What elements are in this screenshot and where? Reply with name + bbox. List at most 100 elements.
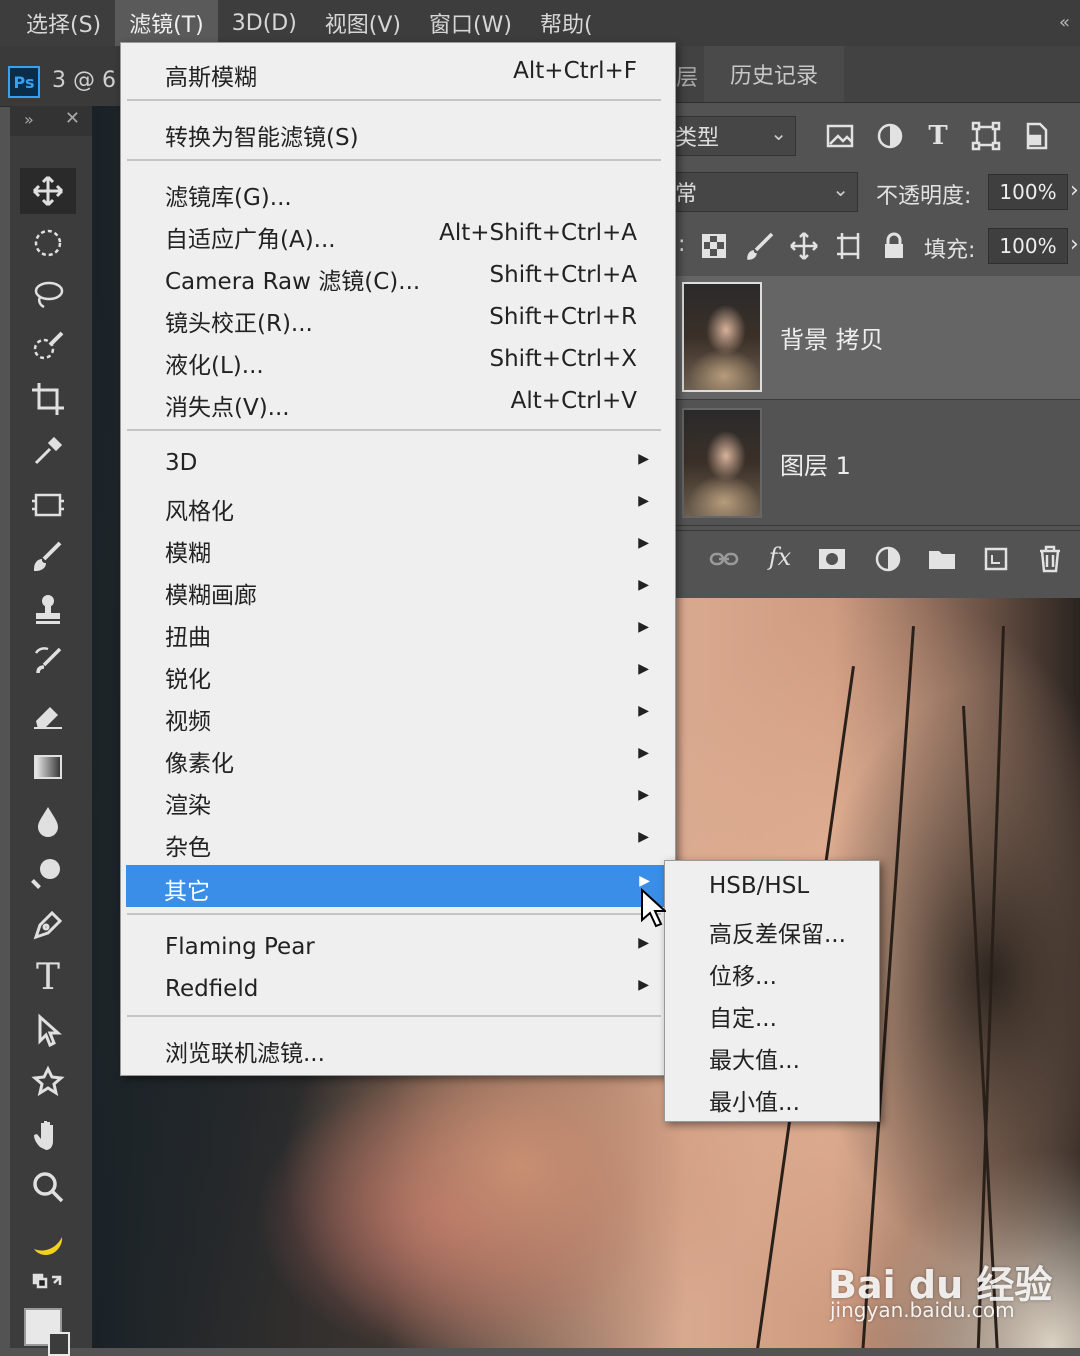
menu-separator xyxy=(127,159,661,161)
smart-object-filter-icon[interactable] xyxy=(1020,120,1052,152)
eraser-tool-icon[interactable] xyxy=(20,692,76,738)
menu-3d[interactable]: 3D(D) xyxy=(218,0,311,46)
layer-kind-filter[interactable]: 类型 ⌄ xyxy=(670,116,796,156)
opacity-input[interactable]: 100% xyxy=(988,174,1068,210)
lasso-tool-icon[interactable] xyxy=(20,272,76,318)
shape-filter-icon[interactable] xyxy=(970,120,1002,152)
menu-item-video[interactable]: 视频 ▶ xyxy=(127,695,663,737)
menu-item-flaming-pear[interactable]: Flaming Pear ▶ xyxy=(127,927,663,969)
menu-item-filter-gallery[interactable]: 滤镜库(G)... xyxy=(127,171,663,213)
eyedropper-tool-icon[interactable] xyxy=(20,428,76,474)
path-select-tool-icon[interactable] xyxy=(20,1008,76,1054)
collapse-panels-icon[interactable]: « xyxy=(1059,12,1070,33)
close-icon[interactable]: ✕ xyxy=(65,108,80,129)
menu-item-render[interactable]: 渲染 ▶ xyxy=(127,779,663,821)
mouse-cursor-icon xyxy=(641,888,666,928)
menu-item-camera-raw[interactable]: Camera Raw 滤镜(C)... Shift+Ctrl+A xyxy=(127,255,663,297)
menu-view[interactable]: 视图(V) xyxy=(311,0,415,46)
menu-item-adaptive-wide-angle[interactable]: 自适应广角(A)... Alt+Shift+Ctrl+A xyxy=(127,213,663,255)
submenu-item-high-pass[interactable]: 高反差保留... xyxy=(709,915,846,949)
marquee-tool-icon[interactable] xyxy=(20,220,76,266)
new-group-icon[interactable] xyxy=(926,543,958,575)
photoshop-logo: Ps xyxy=(8,66,40,98)
crop-tool-icon[interactable] xyxy=(20,376,76,422)
foreground-color-swatch[interactable] xyxy=(18,1306,70,1356)
pixel-filter-icon[interactable] xyxy=(824,120,856,152)
menu-item-stylize[interactable]: 风格化 ▶ xyxy=(127,485,663,527)
menu-item-pixelate[interactable]: 像素化 ▶ xyxy=(127,737,663,779)
menu-filter[interactable]: 滤镜(T) xyxy=(115,0,218,46)
menu-item-redfield[interactable]: Redfield ▶ xyxy=(127,969,663,1011)
submenu-item-custom[interactable]: 自定... xyxy=(709,999,777,1033)
fill-arrow-icon[interactable]: › xyxy=(1070,232,1079,257)
document-tab[interactable]: 3 @ 6 xyxy=(52,68,116,93)
lock-artboard-icon[interactable] xyxy=(834,230,866,262)
menu-item-lens-correction[interactable]: 镜头校正(R)... Shift+Ctrl+R xyxy=(127,297,663,339)
blur-tool-icon[interactable] xyxy=(20,798,76,844)
menu-item-gaussian-blur[interactable]: 高斯模糊 Alt+Ctrl+F xyxy=(127,51,663,93)
menu-item-label: 风格化 xyxy=(165,499,234,525)
gradient-tool-icon[interactable] xyxy=(20,744,76,790)
menu-item-label: 自适应广角(A)... xyxy=(165,227,336,253)
hand-tool-icon[interactable] xyxy=(20,1112,76,1158)
banana-tool-icon[interactable] xyxy=(20,1218,76,1264)
lock-all-icon[interactable] xyxy=(878,230,910,262)
pen-tool-icon[interactable] xyxy=(20,902,76,948)
history-brush-tool-icon[interactable] xyxy=(20,640,76,686)
menu-item-noise[interactable]: 杂色 ▶ xyxy=(127,821,663,863)
layer-style-fx-icon[interactable]: fx xyxy=(764,541,796,573)
menu-item-3d[interactable]: 3D ▶ xyxy=(127,443,663,485)
menu-item-browse-online-filters[interactable]: 浏览联机滤镜... xyxy=(127,1027,663,1069)
submenu-item-offset[interactable]: 位移... xyxy=(709,957,777,991)
layer-row-layer-1[interactable]: 图层 1 xyxy=(676,402,1080,526)
menu-item-label: 模糊画廊 xyxy=(165,583,257,609)
fill-input[interactable]: 100% xyxy=(988,228,1068,264)
brush-tool-icon[interactable] xyxy=(20,534,76,580)
new-layer-icon[interactable] xyxy=(980,543,1012,575)
shape-tool-icon[interactable] xyxy=(20,1060,76,1106)
blend-mode-select[interactable]: 常 ⌄ xyxy=(670,172,858,212)
layer-row-background-copy[interactable]: 背景 拷贝 xyxy=(676,276,1080,400)
lock-position-icon[interactable] xyxy=(788,230,820,262)
delete-layer-icon[interactable] xyxy=(1034,543,1066,575)
watermark-url: jingyan.baidu.com xyxy=(830,1298,1015,1322)
stamp-tool-icon[interactable] xyxy=(20,586,76,632)
submenu-item-minimum[interactable]: 最小值... xyxy=(709,1083,800,1117)
dodge-tool-icon[interactable] xyxy=(20,850,76,896)
menu-item-vanishing-point[interactable]: 消失点(V)... Alt+Ctrl+V xyxy=(127,381,663,423)
menu-item-convert-smart-filter[interactable]: 转换为智能滤镜(S) xyxy=(127,111,663,153)
submenu-item-maximum[interactable]: 最大值... xyxy=(709,1041,800,1075)
move-tool-icon[interactable] xyxy=(20,168,76,214)
expand-icon[interactable]: » xyxy=(24,110,34,129)
menu-item-blur-gallery[interactable]: 模糊画廊 ▶ xyxy=(127,569,663,611)
new-adjustment-layer-icon[interactable] xyxy=(872,543,904,575)
adjustment-filter-icon[interactable] xyxy=(874,120,906,152)
history-tab[interactable]: 历史记录 xyxy=(704,46,844,102)
menu-select[interactable]: 选择(S) xyxy=(0,0,115,46)
menu-help[interactable]: 帮助( xyxy=(526,0,607,46)
submenu-item-hsb-hsl[interactable]: HSB/HSL xyxy=(709,873,809,899)
frame-tool-icon[interactable] xyxy=(20,482,76,528)
lock-pixels-icon[interactable] xyxy=(744,230,776,262)
swap-colors-icon[interactable] xyxy=(20,1270,76,1304)
type-tool-icon[interactable]: T xyxy=(20,954,76,1000)
menu-item-sharpen[interactable]: 锐化 ▶ xyxy=(127,653,663,695)
lock-transparent-icon[interactable] xyxy=(698,230,730,262)
opacity-arrow-icon[interactable]: › xyxy=(1070,178,1079,203)
menu-item-liquify[interactable]: 液化(L)... Shift+Ctrl+X xyxy=(127,339,663,381)
layer-name: 背景 拷贝 xyxy=(780,326,884,354)
layers-tab[interactable]: 层 xyxy=(676,60,698,92)
type-filter-icon[interactable]: T xyxy=(922,120,954,152)
layers-panel-footer: fx xyxy=(676,530,1080,587)
menu-item-distort[interactable]: 扭曲 ▶ xyxy=(127,611,663,653)
menu-item-other[interactable]: 其它 ▶ xyxy=(126,865,664,907)
tools-panel-header: » ✕ xyxy=(10,106,92,136)
menu-item-blur[interactable]: 模糊 ▶ xyxy=(127,527,663,569)
zoom-tool-icon[interactable] xyxy=(20,1164,76,1210)
quick-select-tool-icon[interactable] xyxy=(20,324,76,370)
kind-filter-value: 类型 xyxy=(675,126,720,151)
add-mask-icon[interactable] xyxy=(816,543,848,575)
link-layers-icon[interactable] xyxy=(708,543,740,575)
submenu-arrow-icon: ▶ xyxy=(638,703,649,719)
menu-window[interactable]: 窗口(W) xyxy=(415,0,526,46)
